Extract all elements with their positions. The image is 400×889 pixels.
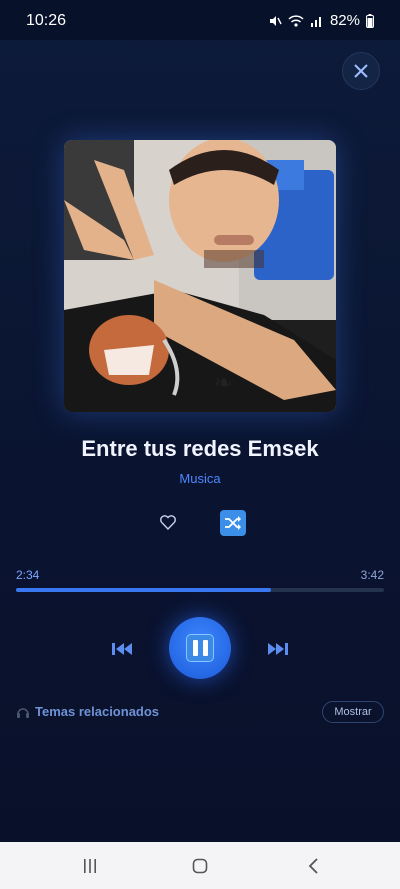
album-artwork-image: ❧ [64,140,336,412]
wifi-icon [288,14,304,27]
skip-next-icon [268,643,288,655]
close-icon [354,64,368,78]
play-pause-button[interactable] [169,617,231,679]
related-label: Temas relacionados [35,704,160,719]
next-button[interactable] [266,638,290,660]
mute-icon [269,15,282,26]
pause-bar-left [192,640,198,656]
back-icon[interactable] [306,858,322,874]
shuffle-button[interactable] [220,510,246,536]
status-bar: 10:26 82% [0,0,400,40]
headphones-icon [17,707,29,718]
home-icon[interactable] [192,858,208,874]
signal-icon [310,16,321,27]
pause-bar-right [202,640,208,656]
progress-fill [16,588,272,592]
like-button[interactable] [156,510,180,534]
previous-button[interactable] [110,638,134,660]
recents-icon[interactable] [82,858,98,874]
svg-text:❧: ❧ [214,371,232,396]
status-time: 10:26 [26,12,67,29]
artist-name[interactable]: Musica [0,471,400,486]
heart-icon [160,515,176,531]
progress-bar[interactable] [16,588,384,592]
system-navigation-bar [0,842,400,889]
battery-percent: 82% [329,12,360,29]
total-time: 3:42 [360,568,384,582]
song-title: Entre tus redes Emsek [81,436,319,461]
status-icons: 82% [268,12,374,29]
battery-icon [366,13,374,28]
close-button[interactable] [342,52,380,90]
album-artwork: ❧ [64,140,336,412]
skip-previous-icon [112,643,132,655]
show-related-button[interactable]: Mostrar [322,701,384,723]
shuffle-icon [225,516,241,530]
related-section: Temas relacionados [16,704,159,719]
pause-icon [186,634,214,662]
current-time: 2:34 [16,568,40,582]
music-player-screen: 10:26 82% ❧ Entre tus redes Emsek Musica… [0,0,400,889]
